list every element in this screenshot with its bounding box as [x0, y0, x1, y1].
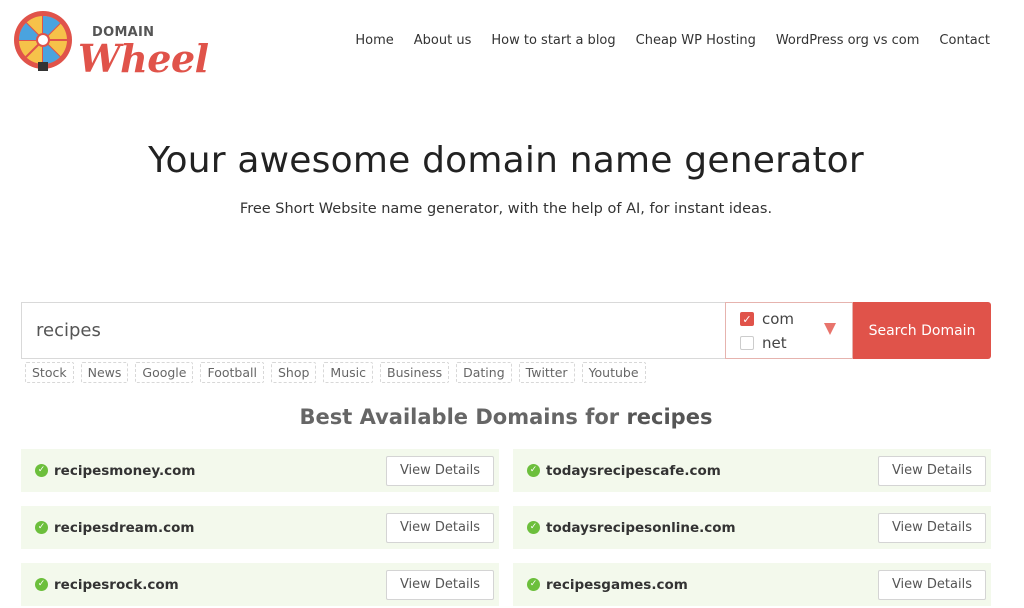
domain-name: recipesdream.com	[54, 519, 195, 536]
results-title-prefix: Best Available Domains for	[299, 405, 620, 429]
results-grid: ✓ recipesmoney.com View Details ✓ todays…	[21, 449, 991, 606]
nav-cheap-wp-hosting[interactable]: Cheap WP Hosting	[636, 33, 756, 48]
check-circle-icon: ✓	[527, 578, 540, 591]
check-circle-icon: ✓	[527, 464, 540, 477]
wheel-icon	[14, 11, 72, 71]
domain-name: recipesgames.com	[546, 576, 688, 593]
view-details-button[interactable]: View Details	[877, 455, 986, 486]
tag-business[interactable]: Business	[380, 362, 450, 383]
page-subtitle: Free Short Website name generator, with …	[239, 201, 773, 217]
view-details-button[interactable]: View Details	[385, 512, 494, 543]
domain-result-card: ✓ recipesgames.com View Details	[513, 563, 991, 606]
tld-label-net: net	[762, 334, 787, 352]
domain-search-form: ✓ com net Search Domain	[21, 302, 991, 359]
nav-contact[interactable]: Contact	[939, 33, 990, 48]
domain-name: todaysrecipesonline.com	[546, 519, 736, 536]
tag-stock[interactable]: Stock	[25, 362, 74, 383]
tld-option-com[interactable]: ✓ com	[740, 310, 794, 328]
triangle-down-icon[interactable]	[824, 323, 836, 335]
main-nav: Home About us How to start a blog Cheap …	[355, 33, 990, 48]
tag-youtube[interactable]: Youtube	[581, 362, 646, 383]
domain-result-card: ✓ todaysrecipescafe.com View Details	[513, 449, 991, 492]
tag-football[interactable]: Football	[200, 362, 264, 383]
tag-shop[interactable]: Shop	[270, 362, 317, 383]
checkbox-unchecked-icon[interactable]	[740, 336, 754, 350]
tag-twitter[interactable]: Twitter	[518, 362, 575, 383]
results-title: Best Available Domains for recipes	[0, 405, 1012, 429]
domain-result-card: ✓ recipesmoney.com View Details	[21, 449, 499, 492]
results-keyword: recipes	[626, 405, 713, 429]
check-circle-icon: ✓	[35, 464, 48, 477]
domain-name: todaysrecipescafe.com	[546, 462, 721, 479]
domain-name: recipesrock.com	[54, 576, 179, 593]
domain-result-card: ✓ todaysrecipesonline.com View Details	[513, 506, 991, 549]
tag-dating[interactable]: Dating	[456, 362, 512, 383]
search-domain-button[interactable]: Search Domain	[853, 302, 991, 359]
tld-selector[interactable]: ✓ com net	[725, 302, 853, 359]
site-logo[interactable]: DOMAIN Wheel	[12, 10, 209, 81]
check-circle-icon: ✓	[527, 521, 540, 534]
keyword-tags: Stock News Google Football Shop Music Bu…	[25, 362, 646, 383]
page-title: Your awesome domain name generator	[148, 140, 864, 181]
check-circle-icon: ✓	[35, 578, 48, 591]
view-details-button[interactable]: View Details	[877, 512, 986, 543]
tld-label-com: com	[762, 310, 795, 328]
domain-result-card: ✓ recipesdream.com View Details	[21, 506, 499, 549]
nav-wordpress-org-vs-com[interactable]: WordPress org vs com	[776, 33, 920, 48]
nav-about-us[interactable]: About us	[414, 33, 472, 48]
tld-option-net[interactable]: net	[740, 334, 787, 352]
nav-how-to-start-a-blog[interactable]: How to start a blog	[491, 33, 615, 48]
checkbox-checked-icon[interactable]: ✓	[740, 312, 754, 326]
domain-result-card: ✓ recipesrock.com View Details	[21, 563, 499, 606]
search-input[interactable]	[21, 302, 725, 359]
nav-home[interactable]: Home	[355, 33, 393, 48]
logo-big-text: Wheel	[78, 36, 209, 81]
tag-news[interactable]: News	[80, 362, 129, 383]
tag-google[interactable]: Google	[135, 362, 194, 383]
domain-name: recipesmoney.com	[54, 462, 196, 479]
check-circle-icon: ✓	[35, 521, 48, 534]
tag-music[interactable]: Music	[323, 362, 373, 383]
view-details-button[interactable]: View Details	[385, 455, 494, 486]
view-details-button[interactable]: View Details	[877, 569, 986, 600]
view-details-button[interactable]: View Details	[385, 569, 494, 600]
